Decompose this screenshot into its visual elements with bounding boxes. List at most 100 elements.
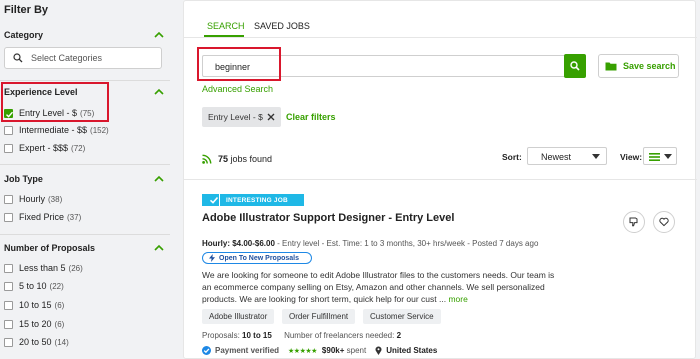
save-search-button[interactable]: Save search [598,54,679,78]
freelancers-label: Number of freelancers needed: [284,331,395,340]
option-count: (14) [54,337,69,347]
checkbox[interactable] [4,337,13,347]
proposals-option[interactable]: 5 to 10 (22) [4,280,64,292]
chevron-up-icon[interactable] [154,243,164,253]
payment-verified-label: Payment verified [215,346,280,355]
checkbox[interactable] [4,194,13,204]
clear-filters-link[interactable]: Clear filters [286,112,336,122]
proposals-label: Proposals: [202,331,240,340]
spent-value: $90k+ [321,346,345,355]
sort-select[interactable]: Newest [527,147,607,165]
save-job-button[interactable] [653,211,675,233]
option-count: (152) [90,125,109,135]
client-info: Payment verified ★★★★★ $90k+ spent Unite… [202,345,437,356]
job-description: We are looking for someone to edit Adobe… [202,269,602,305]
sort-label: Sort: [502,152,522,162]
checkbox[interactable] [4,300,13,310]
proposals-value: 10 to 15 [242,331,272,340]
job-meta-details: - Entry level - Est. Time: 1 to 3 months… [274,239,539,248]
description-text: products. We are looking for short term,… [202,294,447,304]
proposals-heading: Number of Proposals [4,243,96,253]
jobs-found-count: 75 jobs found [218,154,272,164]
dislike-button[interactable] [623,211,645,233]
list-view-icon [649,153,660,161]
chevron-up-icon[interactable] [154,174,164,184]
search-icon [570,61,580,71]
option-label: Fixed Price [19,212,65,222]
highlight-box [197,47,281,81]
option-count: (38) [48,194,63,204]
option-count: (26) [68,263,83,273]
active-filter-chip[interactable]: Entry Level - $ [202,107,281,127]
tab-search[interactable]: SEARCH [207,21,245,31]
interesting-job-badge: INTERESTING JOB [202,194,304,206]
job-rate: Hourly: $4.00-$6.00 [202,239,275,248]
option-label: 20 to 50 [19,337,52,347]
option-label: Intermediate - $$ [19,125,88,135]
proposals-option[interactable]: 15 to 20 (6) [4,318,64,330]
checkbox[interactable] [4,212,13,222]
option-label: Less than 5 [19,263,66,273]
job-stats: Proposals: 10 to 15 Number of freelancer… [202,331,401,340]
skill-tag[interactable]: Adobe Illustrator [202,309,275,324]
filter-chip-label: Entry Level - $ [208,112,263,122]
sort-value: Newest [541,152,572,162]
checkbox[interactable] [4,319,13,329]
tab-saved-jobs[interactable]: SAVED JOBS [254,21,310,31]
search-icon [13,53,23,63]
checkbox[interactable] [4,263,13,273]
thumbs-down-icon [629,217,638,227]
search-button[interactable] [564,54,586,78]
location-value: United States [386,346,438,355]
proposals-option[interactable]: 20 to 50 (14) [4,336,69,348]
jobs-count: 75 [218,154,229,164]
view-select[interactable] [643,147,677,165]
category-search-input[interactable] [31,51,159,65]
checkbox[interactable] [4,125,13,135]
chevron-up-icon[interactable] [154,87,164,97]
main-panel: SEARCH SAVED JOBS Save search Advanced S… [183,0,697,359]
rss-icon[interactable] [202,154,212,164]
option-label: Expert - $$$ [19,143,69,153]
badge-label: INTERESTING JOB [226,196,288,204]
description-line: an ecommerce company selling on Etsy, Am… [202,282,545,292]
heart-icon [659,217,669,227]
experience-option-intermediate[interactable]: Intermediate - $$ (152) [4,124,109,136]
caret-down-icon [664,154,672,159]
verified-icon [202,346,211,355]
job-type-option-fixed[interactable]: Fixed Price (37) [4,211,81,223]
option-label: 10 to 15 [19,300,52,310]
divider [0,164,170,165]
checkbox[interactable] [4,143,13,153]
divider [0,234,170,235]
more-link[interactable]: more [448,294,467,304]
job-title-link[interactable]: Adobe Illustrator Support Designer - Ent… [202,212,454,224]
job-type-option-hourly[interactable]: Hourly (38) [4,193,62,205]
option-count: (72) [71,143,86,153]
jobs-found-label: jobs found [230,154,273,164]
lightning-icon [209,254,215,262]
skill-tag[interactable]: Customer Service [363,309,441,324]
job-meta: Hourly: $4.00-$6.00 - Entry level - Est.… [202,239,538,248]
proposals-option[interactable]: 10 to 15 (6) [4,299,64,311]
proposal-chip-label: Open To New Proposals [219,254,299,262]
check-icon [208,194,220,206]
caret-down-icon [592,154,600,159]
description-line: We are looking for someone to edit Adobe… [202,270,555,280]
highlight-box [1,82,109,122]
category-select[interactable] [4,47,162,69]
results-divider [184,179,697,180]
freelancers-value: 2 [396,331,402,340]
advanced-search-link[interactable]: Advanced Search [202,84,273,94]
skill-tag[interactable]: Order Fulfillment [282,309,356,324]
proposals-option[interactable]: Less than 5 (26) [4,262,83,274]
option-label: Hourly [19,194,46,204]
option-count: (6) [54,300,65,310]
experience-option-expert[interactable]: Expert - $$$ (72) [4,142,85,154]
chevron-up-icon[interactable] [154,30,164,40]
category-heading: Category [4,30,44,40]
checkbox[interactable] [4,281,13,291]
option-label: 5 to 10 [19,281,47,291]
description-line: products. We are looking for short term,… [202,293,602,305]
option-count: (22) [49,281,64,291]
